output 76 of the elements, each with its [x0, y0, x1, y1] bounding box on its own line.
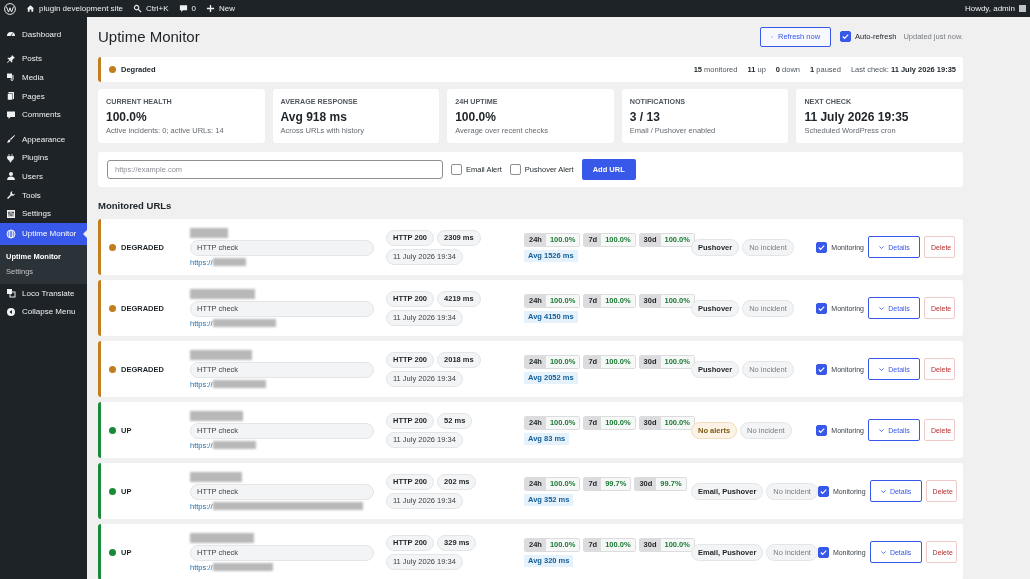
sidebar-item[interactable]: Pages — [0, 86, 87, 106]
blurred-text — [212, 441, 256, 449]
check-icon — [841, 32, 851, 41]
check-icon — [818, 486, 828, 496]
plus-icon — [205, 4, 215, 13]
blurred-text — [212, 380, 266, 388]
translate-icon — [6, 288, 16, 299]
blurred-text — [190, 471, 242, 482]
monitoring-checkbox[interactable] — [816, 363, 828, 375]
home-icon — [26, 4, 35, 13]
blurred-text — [212, 563, 273, 571]
blurred-text — [212, 258, 246, 266]
sidebar-item[interactable]: Plugins — [0, 148, 87, 168]
sidebar-item[interactable]: Users — [0, 167, 87, 186]
blurred-text — [190, 532, 254, 543]
stat-value: 11 July 2026 19:35 — [804, 110, 910, 124]
site-name-link[interactable]: plugin development site — [39, 4, 124, 13]
check-icon — [817, 303, 827, 313]
stat-value: 100.0% — [106, 110, 148, 124]
sidebar-item[interactable]: Posts — [0, 49, 87, 69]
comment-count[interactable]: 0 — [191, 4, 196, 13]
stat-value: Avg 918 ms — [280, 110, 348, 124]
search-icon[interactable] — [133, 4, 143, 13]
sidebar-item[interactable]: Settings — [0, 204, 87, 223]
media-icon — [6, 72, 16, 83]
monitoring-checkbox[interactable] — [816, 302, 828, 314]
pages-icon — [6, 91, 16, 102]
wrench-icon — [6, 190, 16, 201]
page-title: Uptime Monitor — [98, 28, 201, 45]
blurred-text — [190, 349, 252, 360]
check-icon — [817, 242, 827, 252]
brush-icon — [6, 134, 16, 145]
blurred-text — [212, 319, 276, 327]
chevron-down-icon — [879, 487, 887, 495]
collapse-icon — [6, 306, 16, 317]
check-icon — [817, 364, 827, 374]
globe-icon — [6, 228, 16, 239]
blurred-text — [190, 410, 243, 421]
sliders-icon — [6, 208, 16, 219]
blurred-text — [190, 288, 255, 299]
monitoring-checkbox[interactable] — [816, 241, 828, 253]
stat-value: 3 / 13 — [629, 110, 661, 124]
auto-refresh-checkbox[interactable] — [840, 31, 852, 42]
search-shortcut[interactable]: Ctrl+K — [146, 4, 169, 13]
stat-value: 100.0% — [455, 110, 497, 124]
avatar-icon — [1019, 5, 1026, 12]
pushover-alert-checkbox[interactable] — [509, 164, 521, 175]
plug-icon — [6, 152, 16, 163]
check-icon — [818, 547, 828, 557]
monitoring-checkbox[interactable] — [817, 485, 829, 497]
pin-icon — [6, 53, 16, 64]
comment-icon — [6, 109, 16, 120]
sidebar-item[interactable]: Uptime Monitor — [0, 222, 87, 245]
chevron-down-icon — [878, 243, 886, 251]
sidebar-item[interactable]: Media — [0, 68, 87, 87]
monitoring-checkbox[interactable] — [817, 546, 829, 558]
user-greeting[interactable]: Howdy, admin — [964, 4, 1015, 13]
sidebar-item[interactable]: Collapse Menu — [0, 302, 87, 322]
chevron-down-icon — [879, 548, 887, 556]
chevron-down-icon — [878, 304, 886, 312]
blurred-text — [190, 227, 228, 238]
new-link[interactable]: New — [218, 4, 235, 13]
sidebar-item[interactable]: Appearance — [0, 129, 87, 149]
check-icon — [817, 425, 827, 435]
monitoring-checkbox[interactable] — [816, 424, 828, 436]
sidebar-item[interactable]: Comments — [0, 105, 87, 124]
chevron-down-icon — [878, 365, 886, 373]
sidebar-item[interactable]: Dashboard — [0, 25, 87, 44]
section-title: Monitored URLs — [98, 200, 173, 211]
email-alert-checkbox[interactable] — [451, 164, 462, 175]
chevron-down-icon — [878, 426, 886, 434]
wordpress-logo-icon[interactable] — [4, 2, 16, 15]
user-icon — [6, 171, 16, 182]
comment-icon[interactable] — [178, 4, 188, 13]
sidebar-item[interactable]: Tools — [0, 185, 87, 205]
sidebar-item[interactable]: Loco Translate — [0, 283, 87, 303]
